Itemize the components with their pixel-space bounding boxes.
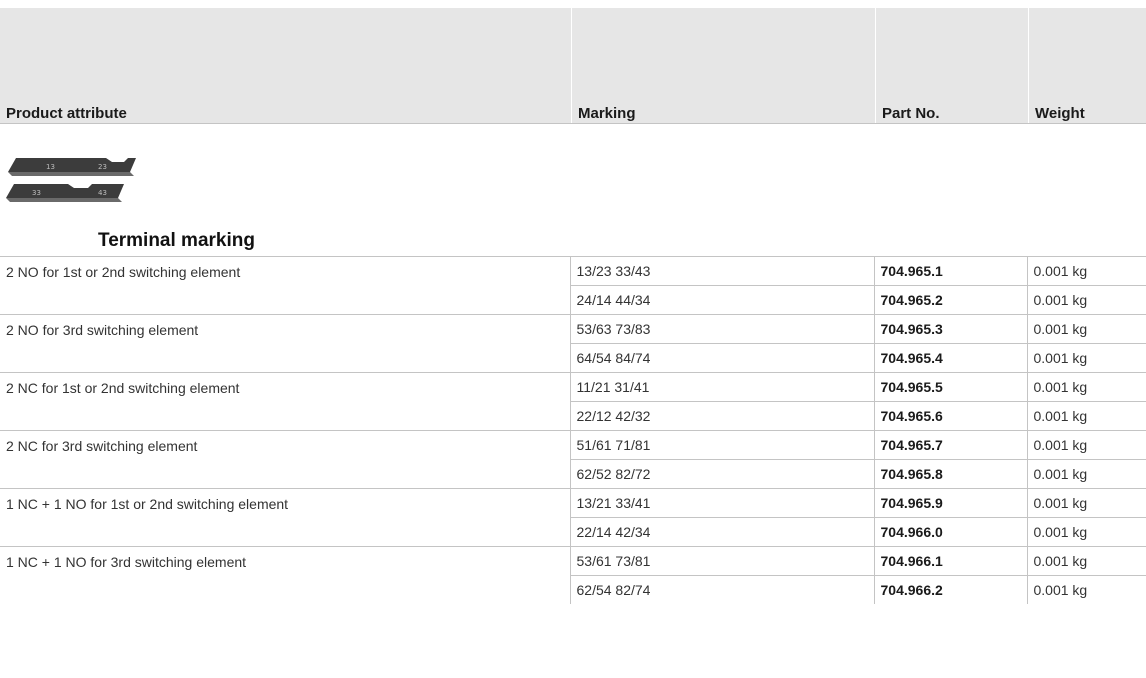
weight-cell: 0.001 kg: [1026, 546, 1146, 576]
weight-cell: 0.001 kg: [1026, 285, 1146, 315]
product-attribute-cell: 2 NC for 3rd switching element: [0, 430, 570, 489]
header-col-part: Part No.: [875, 8, 1028, 123]
marking-cell: 64/54 84/74: [569, 343, 874, 373]
marker-label-13: 13: [46, 163, 55, 171]
product-attribute-cell: 2 NO for 3rd switching element: [0, 314, 570, 373]
header-part-label: Part No.: [882, 105, 940, 122]
part-number-cell: 704.966.0: [873, 517, 1027, 547]
weight-cell: 0.001 kg: [1026, 575, 1146, 604]
weight-cell: 0.001 kg: [1026, 401, 1146, 431]
product-section: 13 23 33 43 Terminal marking: [0, 124, 1146, 256]
product-attribute-cell: 1 NC + 1 NO for 1st or 2nd switching ele…: [0, 488, 570, 547]
header-col-marking: Marking: [571, 8, 875, 123]
header-col-weight: Weight: [1028, 8, 1146, 123]
marking-cell: 13/23 33/43: [569, 256, 874, 286]
weight-cell: 0.001 kg: [1026, 256, 1146, 286]
marker-label-43: 43: [98, 189, 107, 197]
marking-cell: 51/61 71/81: [569, 430, 874, 460]
section-title: Terminal marking: [98, 230, 255, 251]
terminal-marker-strips-image: 13 23 33 43: [6, 158, 136, 202]
weight-cell: 0.001 kg: [1026, 343, 1146, 373]
marking-cell: 53/63 73/83: [569, 314, 874, 344]
product-attribute-cell: 2 NC for 1st or 2nd switching element: [0, 372, 570, 431]
part-number-cell: 704.965.4: [873, 343, 1027, 373]
table-row: 2 NC for 3rd switching element 51/61 71/8…: [0, 430, 1146, 489]
part-number-cell: 704.965.7: [873, 430, 1027, 460]
product-table: 2 NO for 1st or 2nd switching element 13/…: [0, 256, 1146, 604]
part-number-cell: 704.965.2: [873, 285, 1027, 315]
table-row: 1 NC + 1 NO for 1st or 2nd switching ele…: [0, 488, 1146, 547]
part-number-cell: 704.965.9: [873, 488, 1027, 518]
weight-cell: 0.001 kg: [1026, 517, 1146, 547]
header-attribute-label: Product attribute: [6, 105, 127, 122]
product-attribute-cell: 2 NO for 1st or 2nd switching element: [0, 256, 570, 315]
header-col-attribute: Product attribute: [0, 8, 570, 123]
part-number-cell: 704.965.1: [873, 256, 1027, 286]
weight-cell: 0.001 kg: [1026, 459, 1146, 489]
table-row: 2 NC for 1st or 2nd switching element 11/…: [0, 372, 1146, 431]
marking-cell: 24/14 44/34: [569, 285, 874, 315]
part-number-cell: 704.965.6: [873, 401, 1027, 431]
weight-cell: 0.001 kg: [1026, 372, 1146, 402]
marking-cell: 53/61 73/81: [569, 546, 874, 576]
part-number-cell: 704.965.3: [873, 314, 1027, 344]
header-marking-label: Marking: [578, 105, 636, 122]
marker-label-23: 23: [98, 163, 107, 171]
table-row: 2 NO for 1st or 2nd switching element 13/…: [0, 256, 1146, 315]
part-number-cell: 704.965.5: [873, 372, 1027, 402]
table-header: Product attribute Marking Part No. Weigh…: [0, 8, 1146, 124]
marking-cell: 62/54 82/74: [569, 575, 874, 604]
table-row: 2 NO for 3rd switching element 53/63 73/8…: [0, 314, 1146, 373]
marking-cell: 22/12 42/32: [569, 401, 874, 431]
weight-cell: 0.001 kg: [1026, 488, 1146, 518]
table-row: 1 NC + 1 NO for 3rd switching element 53/…: [0, 546, 1146, 604]
part-number-cell: 704.966.2: [873, 575, 1027, 604]
part-number-cell: 704.965.8: [873, 459, 1027, 489]
weight-cell: 0.001 kg: [1026, 430, 1146, 460]
marker-label-33: 33: [32, 189, 41, 197]
part-number-cell: 704.966.1: [873, 546, 1027, 576]
header-weight-label: Weight: [1035, 105, 1085, 122]
marking-cell: 22/14 42/34: [569, 517, 874, 547]
marking-cell: 62/52 82/72: [569, 459, 874, 489]
marking-cell: 11/21 31/41: [569, 372, 874, 402]
weight-cell: 0.001 kg: [1026, 314, 1146, 344]
product-attribute-cell: 1 NC + 1 NO for 3rd switching element: [0, 546, 570, 604]
product-table-body: 2 NO for 1st or 2nd switching element 13/…: [0, 256, 1146, 604]
marking-cell: 13/21 33/41: [569, 488, 874, 518]
